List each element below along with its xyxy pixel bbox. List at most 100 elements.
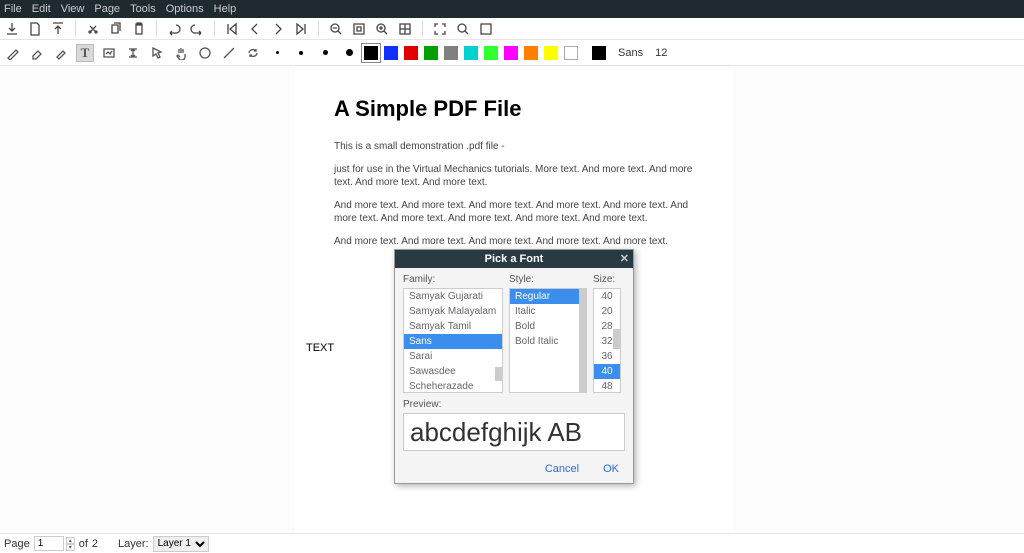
style-listbox[interactable]: RegularItalicBoldBold Italic — [509, 288, 587, 393]
color-swatch-5[interactable] — [464, 46, 478, 60]
list-item[interactable]: Regular — [510, 289, 586, 304]
menubar: File Edit View Page Tools Options Help — [0, 0, 1024, 18]
undo-icon[interactable] — [166, 21, 182, 37]
close-icon[interactable]: ✕ — [620, 252, 629, 265]
stroke-width-4[interactable] — [292, 44, 310, 62]
hand-tool-icon[interactable] — [172, 44, 190, 62]
menu-tools[interactable]: Tools — [130, 3, 156, 15]
menu-page[interactable]: Page — [94, 3, 120, 15]
stroke-width-7[interactable] — [340, 44, 358, 62]
ok-button[interactable]: OK — [603, 463, 619, 475]
search-icon[interactable] — [455, 21, 471, 37]
list-item[interactable]: Samyak Gujarati — [404, 289, 502, 304]
grid-icon[interactable] — [397, 21, 413, 37]
doc-paragraph: just for use in the Virtual Mechanics tu… — [334, 163, 694, 189]
zoom-in-icon[interactable] — [374, 21, 390, 37]
cut-icon[interactable] — [85, 21, 101, 37]
list-item[interactable]: 40 — [594, 289, 620, 304]
doc-paragraph: And more text. And more text. And more t… — [334, 199, 694, 225]
menu-view[interactable]: View — [61, 3, 85, 15]
color-swatch-7[interactable] — [504, 46, 518, 60]
menu-help[interactable]: Help — [214, 3, 237, 15]
scrollbar-thumb[interactable] — [613, 329, 620, 349]
color-swatch-8[interactable] — [524, 46, 538, 60]
refresh-tool-icon[interactable] — [244, 44, 262, 62]
zoom-fit-icon[interactable] — [351, 21, 367, 37]
image-tool-icon[interactable] — [100, 44, 118, 62]
text-tool-icon[interactable]: T — [76, 44, 94, 62]
first-page-icon[interactable] — [224, 21, 240, 37]
page-spinner[interactable]: ▴▾ — [66, 537, 75, 551]
layer-select[interactable]: Layer 1 — [153, 536, 209, 552]
list-item[interactable]: Sarai — [404, 349, 502, 364]
size-listbox[interactable]: 40202832364048 — [593, 288, 621, 393]
scrollbar-thumb[interactable] — [495, 367, 502, 381]
list-item[interactable]: 36 — [594, 349, 620, 364]
pick-font-dialog: Pick a Font ✕ Family: Samyak GujaratiSam… — [394, 249, 634, 484]
menu-options[interactable]: Options — [166, 3, 204, 15]
zoom-out-icon[interactable] — [328, 21, 344, 37]
vspace-tool-icon[interactable] — [124, 44, 142, 62]
page-label: Page — [4, 538, 30, 550]
page-number-input[interactable] — [34, 536, 64, 551]
list-item[interactable]: Sans — [404, 334, 502, 349]
upload-icon[interactable] — [50, 21, 66, 37]
size-label: Size: — [593, 274, 621, 285]
statusbar: Page ▴▾ of 2 Layer: Layer 1 — [0, 533, 1024, 553]
scrollbar-thumb[interactable] — [579, 289, 586, 392]
canvas-area[interactable]: A Simple PDF File This is a small demons… — [0, 66, 1024, 533]
list-item[interactable]: Samyak Tamil — [404, 319, 502, 334]
color-swatch-3[interactable] — [424, 46, 438, 60]
layer-label: Layer: — [118, 538, 149, 550]
dialog-titlebar[interactable]: Pick a Font ✕ — [395, 250, 633, 268]
list-item[interactable]: 40 — [594, 364, 620, 379]
pen-tool-icon[interactable] — [4, 44, 22, 62]
list-item[interactable]: Italic — [510, 304, 586, 319]
list-item[interactable]: Samyak Malayalam — [404, 304, 502, 319]
font-size-indicator[interactable]: 12 — [655, 47, 667, 59]
eraser-tool-icon[interactable] — [28, 44, 46, 62]
cancel-button[interactable]: Cancel — [545, 463, 579, 475]
shape-tool-icon[interactable] — [196, 44, 214, 62]
list-item[interactable]: 20 — [594, 304, 620, 319]
list-item[interactable]: Scheherazade — [404, 379, 502, 393]
text-annotation[interactable]: TEXT — [306, 342, 334, 354]
paste-icon[interactable] — [131, 21, 147, 37]
current-color[interactable] — [592, 46, 606, 60]
redo-icon[interactable] — [189, 21, 205, 37]
list-item[interactable]: Bold — [510, 319, 586, 334]
stroke-width-3[interactable] — [268, 44, 286, 62]
font-family-indicator[interactable]: Sans — [618, 47, 643, 59]
preview-label: Preview: — [403, 399, 625, 410]
new-doc-icon[interactable] — [27, 21, 43, 37]
prev-page-icon[interactable] — [247, 21, 263, 37]
color-swatch-1[interactable] — [384, 46, 398, 60]
menu-file[interactable]: File — [4, 3, 22, 15]
color-swatch-4[interactable] — [444, 46, 458, 60]
copy-icon[interactable] — [108, 21, 124, 37]
menu-edit[interactable]: Edit — [32, 3, 51, 15]
stroke-width-5[interactable] — [316, 44, 334, 62]
color-swatch-0[interactable] — [364, 46, 378, 60]
dialog-body: Family: Samyak GujaratiSamyak MalayalamS… — [395, 268, 633, 455]
select-tool-icon[interactable] — [148, 44, 166, 62]
list-item[interactable]: Bold Italic — [510, 334, 586, 349]
fullscreen-icon[interactable] — [432, 21, 448, 37]
family-listbox[interactable]: Samyak GujaratiSamyak MalayalamSamyak Ta… — [403, 288, 503, 393]
list-item[interactable]: Sawasdee — [404, 364, 502, 379]
dialog-title-text: Pick a Font — [485, 253, 544, 265]
next-page-icon[interactable] — [270, 21, 286, 37]
color-swatch-2[interactable] — [404, 46, 418, 60]
total-pages: 2 — [92, 538, 98, 550]
download-icon[interactable] — [4, 21, 20, 37]
last-page-icon[interactable] — [293, 21, 309, 37]
color-swatch-6[interactable] — [484, 46, 498, 60]
list-item[interactable]: 48 — [594, 379, 620, 393]
line-tool-icon[interactable] — [220, 44, 238, 62]
doc-paragraph: This is a small demonstration .pdf file … — [334, 140, 694, 153]
color-swatch-9[interactable] — [544, 46, 558, 60]
doc-paragraph: And more text. And more text. And more t… — [334, 235, 694, 248]
highlighter-tool-icon[interactable] — [52, 44, 70, 62]
color-swatch-10[interactable] — [564, 46, 578, 60]
select-area-icon[interactable] — [478, 21, 494, 37]
